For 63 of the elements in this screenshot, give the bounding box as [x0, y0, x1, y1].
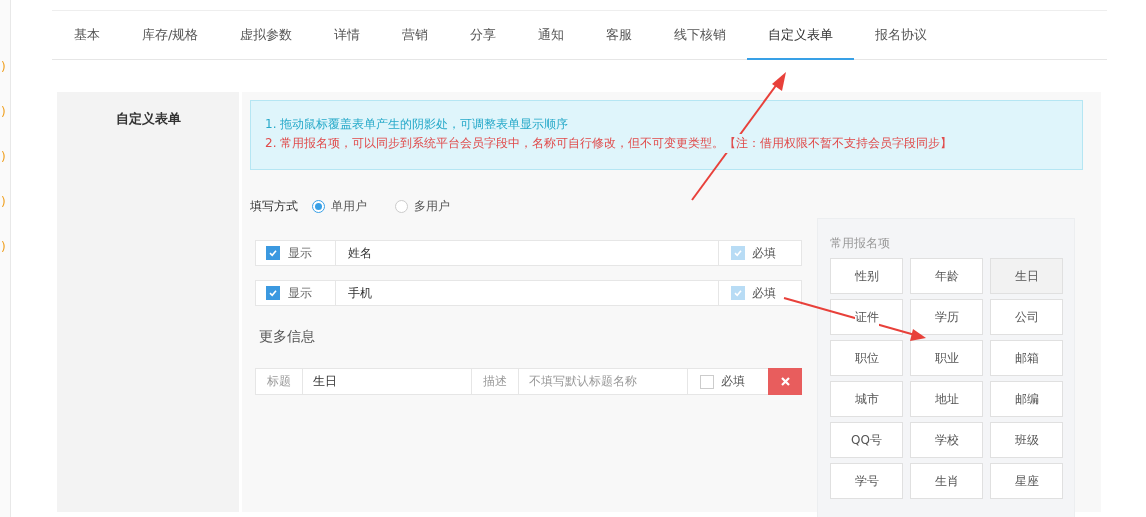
field-option-button[interactable]: 学历: [910, 299, 983, 335]
field-option-button[interactable]: 公司: [990, 299, 1063, 335]
check-icon: [733, 288, 743, 298]
title-input[interactable]: 生日: [303, 369, 472, 394]
tab[interactable]: 通知: [517, 11, 586, 60]
checkbox[interactable]: [266, 246, 280, 260]
sidebar-text: ): [1, 194, 6, 211]
required-label: 必填: [721, 373, 745, 390]
fill-mode-label: 填写方式: [250, 197, 298, 215]
tab[interactable]: 库存/规格: [121, 11, 220, 60]
title-label: 标题: [267, 373, 291, 390]
field-option-button[interactable]: 生日: [990, 258, 1063, 294]
field-option-button[interactable]: 学校: [910, 422, 983, 458]
section-heading: 更多信息: [259, 328, 315, 346]
field-option-button[interactable]: 性别: [830, 258, 903, 294]
checkbox[interactable]: [266, 286, 280, 300]
field-option-button[interactable]: QQ号: [830, 422, 903, 458]
field-option-button[interactable]: 邮箱: [990, 340, 1063, 376]
tab[interactable]: 线下核销: [653, 11, 748, 60]
palette-title: 常用报名项: [830, 235, 891, 252]
radio-icon[interactable]: [312, 199, 325, 213]
delete-button[interactable]: [768, 368, 802, 395]
checkbox[interactable]: [700, 374, 714, 389]
check-icon: [268, 248, 278, 258]
field-name: 手机: [348, 284, 372, 302]
field-option-button[interactable]: 职业: [910, 340, 983, 376]
field-option-button[interactable]: 班级: [990, 422, 1063, 458]
tab[interactable]: 分享: [449, 11, 518, 60]
sidebar-text: ): [1, 59, 6, 76]
tab[interactable]: 报名协议: [854, 11, 949, 60]
tab[interactable]: 自定义表单: [747, 11, 855, 60]
required-label: 必填: [752, 284, 776, 302]
field-option-button[interactable]: 星座: [990, 463, 1063, 499]
field-option-button[interactable]: 邮编: [990, 381, 1063, 417]
radio-label: 多用户: [414, 197, 450, 215]
show-label: 显示: [288, 244, 312, 262]
check-icon: [733, 248, 743, 258]
field-option-button[interactable]: 证件: [830, 299, 903, 335]
field-option-button[interactable]: 职位: [830, 340, 903, 376]
radio-option[interactable]: 多用户: [395, 197, 450, 215]
field-option-button[interactable]: 学号: [830, 463, 903, 499]
radio-option[interactable]: 单用户: [312, 197, 367, 215]
field-option-button[interactable]: 城市: [830, 381, 903, 417]
radio-icon[interactable]: [395, 199, 408, 213]
tab[interactable]: 虚拟参数: [219, 11, 314, 60]
check-icon: [268, 288, 278, 298]
section-label: 自定义表单: [115, 110, 181, 128]
close-icon: [780, 377, 790, 386]
tab[interactable]: 营销: [381, 11, 450, 60]
description-label: 描述: [483, 373, 507, 390]
tab[interactable]: 详情: [313, 11, 382, 60]
radio-label: 单用户: [331, 197, 367, 215]
field-name: 姓名: [348, 244, 372, 262]
show-label: 显示: [288, 284, 312, 302]
sidebar-text: ): [1, 104, 6, 121]
tab[interactable]: 客服: [585, 11, 654, 60]
sidebar-text: ): [1, 149, 6, 166]
sidebar-text: ): [1, 239, 6, 256]
field-option-button[interactable]: 年龄: [910, 258, 983, 294]
field-option-button[interactable]: 地址: [910, 381, 983, 417]
field-option-button[interactable]: 生肖: [910, 463, 983, 499]
required-label: 必填: [752, 244, 776, 262]
tab[interactable]: 基本: [53, 11, 121, 60]
